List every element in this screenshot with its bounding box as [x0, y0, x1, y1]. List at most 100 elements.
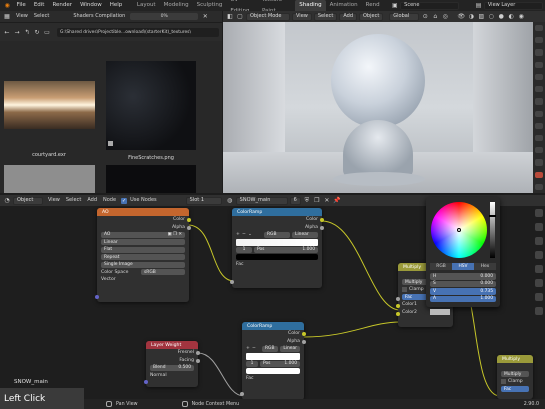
shading-solid-icon[interactable]: ● — [497, 13, 505, 21]
projection-dropdown[interactable]: Flat — [101, 246, 185, 253]
value-slider-handle[interactable] — [489, 215, 496, 217]
back-icon[interactable]: ← — [3, 28, 11, 36]
node-tool-icon[interactable] — [535, 209, 543, 217]
scene-selector[interactable]: Scene — [400, 1, 460, 10]
node-color-ramp-2[interactable]: ColorRamp Color Alpha + − RGB Linear 1 P… — [240, 322, 306, 400]
value-slider[interactable] — [490, 202, 495, 258]
node-menu-view[interactable]: View — [45, 195, 63, 206]
world-props-icon[interactable] — [535, 86, 543, 93]
orientation-dropdown[interactable]: Global — [389, 12, 420, 21]
material-props-icon[interactable] — [535, 171, 543, 178]
scene-props-icon[interactable] — [535, 73, 543, 81]
constraints-props-icon[interactable] — [535, 147, 543, 154]
menu-render[interactable]: Render — [48, 0, 76, 11]
ramp-gradient[interactable] — [236, 238, 318, 246]
viewport-menu-add[interactable]: Add — [339, 12, 357, 21]
ramp-interpolation[interactable]: Linear — [292, 231, 318, 238]
fac-field[interactable]: Fac — [501, 386, 529, 393]
editor-type-icon[interactable]: ▦ — [3, 13, 11, 21]
hue-field[interactable]: H 0.000 — [430, 273, 496, 280]
ramp-interpolation[interactable]: Linear — [280, 345, 300, 352]
viewport-editor-icon[interactable]: ◧ — [226, 13, 234, 21]
ramp-stop-index[interactable]: 1 — [246, 360, 258, 367]
socket-facing-out[interactable] — [196, 359, 200, 363]
ramp-gradient[interactable] — [246, 352, 300, 360]
object-props-icon[interactable] — [535, 98, 543, 105]
saturation-field[interactable]: S 0.000 — [430, 280, 496, 287]
blend-field[interactable]: Blend 0.500 — [150, 364, 194, 371]
duplicate-material-icon[interactable]: ❐ — [313, 197, 321, 205]
ramp-menu-icon[interactable]: ⌄ — [248, 232, 256, 237]
node-mix-multiply-2[interactable]: Multiply Multiply Clamp Fac — [497, 355, 533, 399]
menu-file[interactable]: File — [13, 0, 30, 11]
node-header[interactable]: Layer Weight — [146, 341, 198, 349]
forward-icon[interactable]: → — [13, 28, 21, 36]
interpolation-dropdown[interactable]: Linear — [101, 239, 185, 246]
ramp-color-mode[interactable]: RGB — [264, 231, 290, 238]
parent-dir-icon[interactable]: ↰ — [23, 28, 31, 36]
tab-rendering[interactable]: Rend — [362, 0, 384, 11]
material-sphere-icon[interactable]: ◍ — [226, 197, 234, 205]
socket-fac-in[interactable] — [240, 392, 244, 396]
node-layer-weight[interactable]: Layer Weight Fresnel Facing Blend 0.500 N… — [144, 341, 200, 387]
socket-color-out[interactable] — [302, 332, 306, 336]
node-header[interactable]: ColorRamp — [232, 208, 322, 216]
socket-color2-in[interactable] — [396, 312, 400, 316]
texture-props-icon[interactable] — [535, 183, 543, 191]
tab-animation[interactable]: Animation — [326, 0, 362, 11]
visibility-icon[interactable]: 👁 — [457, 13, 465, 21]
node-view-icon[interactable] — [535, 251, 543, 259]
tab-hsv[interactable]: HSV — [452, 263, 474, 270]
viewport-canvas[interactable] — [223, 22, 533, 193]
socket-alpha-out[interactable] — [302, 340, 306, 344]
xray-icon[interactable]: ▨ — [477, 13, 485, 21]
output-props-icon[interactable] — [535, 49, 543, 56]
proportional-icon[interactable]: ◎ — [441, 13, 449, 21]
pivot-icon[interactable]: ⊙ — [421, 13, 429, 21]
object-type-dropdown[interactable]: Object — [13, 196, 43, 205]
menu-edit[interactable]: Edit — [30, 0, 49, 11]
fake-user-icon[interactable]: ⛨ — [303, 197, 311, 205]
node-image-texture-ao[interactable]: AO Color Alpha AO ▣ ❐ ✕ Linear Flat Repea… — [95, 208, 191, 302]
socket-fac-in[interactable] — [396, 297, 400, 301]
node-grid-icon[interactable] — [535, 307, 543, 315]
viewport-menu-object[interactable]: Object — [359, 12, 384, 21]
node-menu-node[interactable]: Node — [100, 195, 119, 206]
ramp-stop-color[interactable] — [246, 368, 300, 375]
tab-modeling[interactable]: Modeling — [160, 0, 193, 11]
ramp-stop-position[interactable]: Pos 1.000 — [260, 360, 300, 367]
socket-fac-in[interactable] — [230, 280, 234, 284]
thumb-finescratches[interactable] — [106, 61, 196, 150]
socket-vector-in[interactable] — [95, 295, 99, 299]
colorspace-dropdown[interactable]: sRGB — [141, 269, 185, 276]
path-input[interactable]: G:\Shared drives\Projectible...ownload\(… — [57, 27, 219, 37]
socket-fresnel-out[interactable] — [196, 351, 200, 355]
color-swatch[interactable] — [430, 309, 450, 315]
menu-view[interactable]: View — [13, 11, 31, 22]
node-item-icon[interactable] — [535, 223, 543, 231]
overlay-icon[interactable]: ◑ — [467, 13, 475, 21]
shading-rendered-icon[interactable]: ◉ — [517, 13, 525, 21]
cancel-icon[interactable]: ✕ — [201, 13, 209, 21]
menu-help[interactable]: Help — [106, 0, 127, 11]
socket-color1-in[interactable] — [396, 304, 400, 308]
socket-alpha-out[interactable] — [187, 226, 191, 230]
physics-props-icon[interactable] — [535, 134, 543, 142]
node-header[interactable]: ColorRamp — [242, 322, 304, 330]
sphere-stand[interactable] — [343, 120, 413, 178]
node-header[interactable]: AO — [97, 208, 189, 216]
thumb-dark[interactable] — [106, 165, 196, 193]
shading-wire-icon[interactable]: ○ — [487, 13, 495, 21]
tab-rgb[interactable]: RGB — [430, 263, 452, 270]
modifier-props-icon[interactable] — [535, 110, 543, 117]
node-zoom-icon[interactable] — [535, 265, 543, 273]
node-editor-type-icon[interactable]: ◔ — [3, 197, 11, 205]
view-layer-selector[interactable]: View Layer — [483, 1, 543, 10]
snap-icon[interactable]: ⌂ — [431, 13, 439, 21]
node-menu-select[interactable]: Select — [63, 195, 84, 206]
render-props-icon[interactable] — [535, 37, 543, 44]
remove-stop-icon[interactable]: − — [252, 346, 258, 351]
shading-material-icon[interactable]: ◐ — [507, 13, 515, 21]
socket-normal-in[interactable] — [144, 380, 148, 384]
color-picker-popup[interactable]: RGB HSV Hex H 0.000 S 0.000 V 0.735 A 1.000 — [426, 197, 500, 315]
